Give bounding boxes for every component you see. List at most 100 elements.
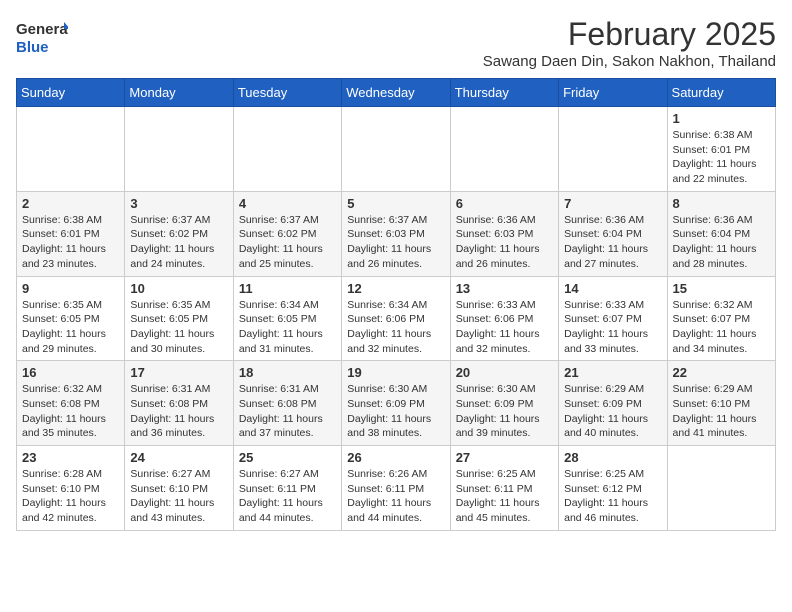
calendar-cell: 6 Sunrise: 6:36 AM Sunset: 6:03 PM Daylig… <box>450 191 558 276</box>
calendar-cell: 9 Sunrise: 6:35 AM Sunset: 6:05 PM Daylig… <box>17 276 125 361</box>
calendar-cell <box>17 107 125 192</box>
day-info: Sunrise: 6:31 AM Sunset: 6:08 PM Dayligh… <box>239 382 336 441</box>
day-number: 14 <box>564 281 661 296</box>
day-number: 25 <box>239 450 336 465</box>
day-number: 20 <box>456 365 553 380</box>
day-number: 10 <box>130 281 227 296</box>
header: General Blue February 2025 Sawang Daen D… <box>16 16 776 70</box>
calendar-cell <box>450 107 558 192</box>
day-number: 4 <box>239 196 336 211</box>
calendar-cell: 7 Sunrise: 6:36 AM Sunset: 6:04 PM Daylig… <box>559 191 667 276</box>
calendar-cell: 17Sunrise: 6:31 AM Sunset: 6:08 PM Dayli… <box>125 361 233 446</box>
calendar-cell: 14 Sunrise: 6:33 AM Sunset: 6:07 PM Dayli… <box>559 276 667 361</box>
day-info: Sunrise: 6:35 AM Sunset: 6:05 PM Dayligh… <box>130 298 227 357</box>
logo: General Blue <box>16 16 66 60</box>
calendar-week-row: 23 Sunrise: 6:28 AM Sunset: 6:10 PM Dayli… <box>17 446 776 531</box>
calendar-cell: 16 Sunrise: 6:32 AM Sunset: 6:08 PM Dayli… <box>17 361 125 446</box>
subtitle: Sawang Daen Din, Sakon Nakhon, Thailand <box>483 53 776 70</box>
day-info: Sunrise: 6:31 AM Sunset: 6:08 PM Dayligh… <box>130 382 227 441</box>
day-number: 6 <box>456 196 553 211</box>
calendar-cell: 5 Sunrise: 6:37 AM Sunset: 6:03 PM Daylig… <box>342 191 450 276</box>
day-info: Sunrise: 6:36 AM Sunset: 6:04 PM Dayligh… <box>564 213 661 272</box>
calendar-cell: 24 Sunrise: 6:27 AM Sunset: 6:10 PM Dayli… <box>125 446 233 531</box>
calendar-cell <box>125 107 233 192</box>
calendar-cell: 23 Sunrise: 6:28 AM Sunset: 6:10 PM Dayli… <box>17 446 125 531</box>
calendar-cell: 27 Sunrise: 6:25 AM Sunset: 6:11 PM Dayli… <box>450 446 558 531</box>
weekday-header-thursday: Thursday <box>450 79 558 107</box>
weekday-header-sunday: Sunday <box>17 79 125 107</box>
day-number: 19 <box>347 365 444 380</box>
calendar-cell: 28Sunrise: 6:25 AM Sunset: 6:12 PM Dayli… <box>559 446 667 531</box>
day-number: 1 <box>673 111 770 126</box>
calendar-week-row: 2 Sunrise: 6:38 AM Sunset: 6:01 PM Daylig… <box>17 191 776 276</box>
calendar-cell: 11 Sunrise: 6:34 AM Sunset: 6:05 PM Dayli… <box>233 276 341 361</box>
day-number: 15 <box>673 281 770 296</box>
day-info: Sunrise: 6:26 AM Sunset: 6:11 PM Dayligh… <box>347 467 444 526</box>
day-info: Sunrise: 6:32 AM Sunset: 6:07 PM Dayligh… <box>673 298 770 357</box>
calendar-cell: 25 Sunrise: 6:27 AM Sunset: 6:11 PM Dayli… <box>233 446 341 531</box>
calendar-cell <box>667 446 775 531</box>
calendar-cell: 18 Sunrise: 6:31 AM Sunset: 6:08 PM Dayli… <box>233 361 341 446</box>
day-number: 5 <box>347 196 444 211</box>
day-number: 12 <box>347 281 444 296</box>
day-number: 28 <box>564 450 661 465</box>
day-number: 24 <box>130 450 227 465</box>
weekday-header-row: SundayMondayTuesdayWednesdayThursdayFrid… <box>17 79 776 107</box>
day-number: 11 <box>239 281 336 296</box>
day-number: 22 <box>673 365 770 380</box>
day-info: Sunrise: 6:27 AM Sunset: 6:11 PM Dayligh… <box>239 467 336 526</box>
day-info: Sunrise: 6:36 AM Sunset: 6:03 PM Dayligh… <box>456 213 553 272</box>
calendar-cell: 1 Sunrise: 6:38 AM Sunset: 6:01 PM Daylig… <box>667 107 775 192</box>
day-number: 8 <box>673 196 770 211</box>
day-number: 21 <box>564 365 661 380</box>
day-info: Sunrise: 6:27 AM Sunset: 6:10 PM Dayligh… <box>130 467 227 526</box>
day-number: 18 <box>239 365 336 380</box>
weekday-header-friday: Friday <box>559 79 667 107</box>
calendar-cell: 15 Sunrise: 6:32 AM Sunset: 6:07 PM Dayli… <box>667 276 775 361</box>
day-info: Sunrise: 6:33 AM Sunset: 6:06 PM Dayligh… <box>456 298 553 357</box>
day-number: 2 <box>22 196 119 211</box>
weekday-header-saturday: Saturday <box>667 79 775 107</box>
day-info: Sunrise: 6:33 AM Sunset: 6:07 PM Dayligh… <box>564 298 661 357</box>
calendar-cell: 10 Sunrise: 6:35 AM Sunset: 6:05 PM Dayli… <box>125 276 233 361</box>
day-info: Sunrise: 6:32 AM Sunset: 6:08 PM Dayligh… <box>22 382 119 441</box>
calendar-cell <box>233 107 341 192</box>
day-number: 3 <box>130 196 227 211</box>
month-title: February 2025 <box>483 16 776 53</box>
day-number: 23 <box>22 450 119 465</box>
calendar-cell <box>559 107 667 192</box>
day-number: 26 <box>347 450 444 465</box>
day-number: 7 <box>564 196 661 211</box>
day-number: 16 <box>22 365 119 380</box>
day-info: Sunrise: 6:38 AM Sunset: 6:01 PM Dayligh… <box>673 128 770 187</box>
day-info: Sunrise: 6:38 AM Sunset: 6:01 PM Dayligh… <box>22 213 119 272</box>
calendar-cell: 3 Sunrise: 6:37 AM Sunset: 6:02 PM Daylig… <box>125 191 233 276</box>
calendar-cell: 20Sunrise: 6:30 AM Sunset: 6:09 PM Dayli… <box>450 361 558 446</box>
svg-text:General: General <box>16 21 68 38</box>
calendar-cell: 19 Sunrise: 6:30 AM Sunset: 6:09 PM Dayli… <box>342 361 450 446</box>
day-number: 13 <box>456 281 553 296</box>
calendar-table: SundayMondayTuesdayWednesdayThursdayFrid… <box>16 78 776 531</box>
calendar-cell: 12 Sunrise: 6:34 AM Sunset: 6:06 PM Dayli… <box>342 276 450 361</box>
calendar-cell: 21 Sunrise: 6:29 AM Sunset: 6:09 PM Dayli… <box>559 361 667 446</box>
day-info: Sunrise: 6:34 AM Sunset: 6:06 PM Dayligh… <box>347 298 444 357</box>
day-info: Sunrise: 6:29 AM Sunset: 6:09 PM Dayligh… <box>564 382 661 441</box>
day-info: Sunrise: 6:35 AM Sunset: 6:05 PM Dayligh… <box>22 298 119 357</box>
day-info: Sunrise: 6:25 AM Sunset: 6:11 PM Dayligh… <box>456 467 553 526</box>
calendar-week-row: 1 Sunrise: 6:38 AM Sunset: 6:01 PM Daylig… <box>17 107 776 192</box>
day-info: Sunrise: 6:34 AM Sunset: 6:05 PM Dayligh… <box>239 298 336 357</box>
calendar-cell: 13 Sunrise: 6:33 AM Sunset: 6:06 PM Dayli… <box>450 276 558 361</box>
weekday-header-tuesday: Tuesday <box>233 79 341 107</box>
day-info: Sunrise: 6:36 AM Sunset: 6:04 PM Dayligh… <box>673 213 770 272</box>
day-info: Sunrise: 6:37 AM Sunset: 6:02 PM Dayligh… <box>239 213 336 272</box>
day-info: Sunrise: 6:28 AM Sunset: 6:10 PM Dayligh… <box>22 467 119 526</box>
title-area: February 2025 Sawang Daen Din, Sakon Nak… <box>483 16 776 70</box>
day-info: Sunrise: 6:37 AM Sunset: 6:02 PM Dayligh… <box>130 213 227 272</box>
day-number: 9 <box>22 281 119 296</box>
calendar-cell: 4 Sunrise: 6:37 AM Sunset: 6:02 PM Daylig… <box>233 191 341 276</box>
calendar-cell: 22Sunrise: 6:29 AM Sunset: 6:10 PM Dayli… <box>667 361 775 446</box>
day-info: Sunrise: 6:30 AM Sunset: 6:09 PM Dayligh… <box>347 382 444 441</box>
day-number: 27 <box>456 450 553 465</box>
day-info: Sunrise: 6:37 AM Sunset: 6:03 PM Dayligh… <box>347 213 444 272</box>
calendar-cell: 8 Sunrise: 6:36 AM Sunset: 6:04 PM Daylig… <box>667 191 775 276</box>
